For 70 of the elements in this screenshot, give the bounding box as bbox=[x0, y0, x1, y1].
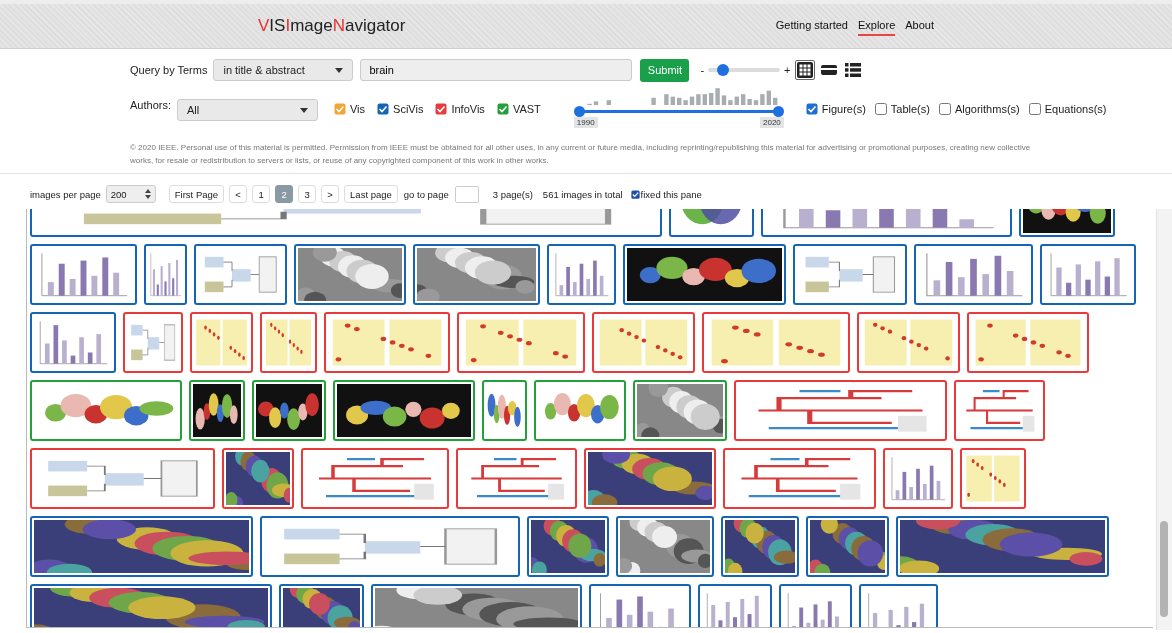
checkbox-label: InfoVis bbox=[451, 103, 485, 115]
thumbnail-frame[interactable] bbox=[721, 516, 799, 577]
checkbox-label: Vis bbox=[349, 103, 366, 115]
thumbnail-frame[interactable] bbox=[779, 584, 852, 627]
nav-link[interactable]: About bbox=[905, 16, 934, 36]
thumbnail-frame[interactable] bbox=[222, 448, 294, 509]
caret-icon bbox=[335, 67, 344, 73]
thumbnail-frame[interactable] bbox=[547, 244, 616, 305]
per-page-label: images per page bbox=[30, 188, 101, 200]
nav-link[interactable]: Getting started bbox=[775, 16, 848, 36]
checkbox-label: Algorithms(s) bbox=[954, 103, 1020, 115]
checkbox-label: Equations(s) bbox=[1044, 103, 1107, 115]
query-label: Query by Terms bbox=[130, 64, 208, 76]
thumbnail-frame[interactable] bbox=[189, 380, 245, 441]
first-page-button[interactable]: First Page bbox=[168, 185, 225, 203]
thumbnail-frame[interactable] bbox=[859, 584, 938, 627]
thumbnail-frame[interactable] bbox=[252, 380, 326, 441]
spinner-arrows-icon bbox=[144, 189, 151, 199]
checkbox[interactable] bbox=[630, 189, 640, 199]
checkbox-label: VAST bbox=[512, 103, 541, 115]
checkbox[interactable] bbox=[1028, 103, 1041, 115]
authors-dropdown[interactable]: All bbox=[176, 99, 318, 121]
page-button[interactable]: 1 bbox=[252, 185, 271, 203]
minus-label: - bbox=[700, 64, 705, 76]
page-button[interactable]: 3 bbox=[298, 185, 317, 203]
range-handle[interactable] bbox=[772, 106, 784, 117]
checkbox[interactable] bbox=[938, 103, 951, 115]
checkbox[interactable] bbox=[377, 103, 390, 115]
list-view-icon[interactable] bbox=[842, 60, 863, 80]
year-range-slider[interactable] bbox=[573, 106, 784, 117]
year-label: 2020 bbox=[760, 117, 784, 128]
plus-label: + bbox=[784, 64, 791, 76]
checkbox-label: Figure(s) bbox=[821, 103, 866, 115]
thumbnail-frame[interactable] bbox=[482, 380, 527, 441]
previous-page-button[interactable]: < bbox=[229, 185, 248, 203]
scrollbar[interactable] bbox=[1156, 209, 1172, 630]
thumbnail-frame[interactable] bbox=[144, 244, 187, 305]
page-number-field[interactable] bbox=[454, 185, 479, 203]
checkbox[interactable] bbox=[496, 103, 509, 115]
logo[interactable]: VISImageNavigator bbox=[258, 16, 406, 36]
grid-view-icon[interactable] bbox=[794, 60, 815, 80]
checkbox-label: SciVis bbox=[393, 103, 424, 115]
copyright-notice: © 2020 IEEE. Personal use of this material is permitted. Permission from IEEE must be obtained for all other uses, in any current or future media, including reprinting/republishing this material for advertising or promotional purposes, creating new collective works, for resale or redistribution to servers or lists, or reuse of any copyrighted component of this work in other works. bbox=[130, 142, 1032, 167]
last-page-button[interactable]: Last page bbox=[344, 185, 398, 203]
per-page-spinner[interactable]: 200 bbox=[105, 185, 156, 203]
thumbnail-frame[interactable] bbox=[698, 584, 772, 627]
authors-label: Authors: bbox=[130, 99, 171, 111]
scrollbar-thumb[interactable] bbox=[1160, 521, 1168, 617]
year-label: 1990 bbox=[573, 117, 598, 128]
zoom-slider-thumb[interactable] bbox=[716, 64, 729, 76]
page-count: 3 page(s) bbox=[492, 188, 533, 200]
thumbnail-frame[interactable] bbox=[190, 312, 253, 373]
thumbnail-frame[interactable] bbox=[883, 448, 953, 509]
nav-link[interactable]: Explore bbox=[857, 16, 896, 36]
checkbox-label: Table(s) bbox=[890, 103, 930, 115]
thumbnail-frame[interactable] bbox=[960, 448, 1026, 509]
total-count: 561 images in total bbox=[542, 188, 623, 200]
search-field[interactable]: brain bbox=[360, 59, 633, 81]
go-to-page-label: go to page bbox=[403, 188, 449, 200]
next-page-button[interactable]: > bbox=[321, 185, 340, 203]
checkbox[interactable] bbox=[874, 103, 887, 115]
checkbox[interactable] bbox=[435, 103, 448, 115]
checkbox[interactable] bbox=[333, 103, 346, 115]
caret-icon bbox=[299, 107, 308, 113]
range-handle[interactable] bbox=[573, 106, 585, 117]
thumbnail-frame[interactable] bbox=[260, 312, 317, 373]
thumbnail-frame[interactable] bbox=[123, 312, 183, 373]
scope-dropdown[interactable]: in title & abstract bbox=[213, 59, 354, 81]
checkbox[interactable] bbox=[805, 103, 818, 115]
checkbox-label: fixed this pane bbox=[640, 188, 702, 200]
